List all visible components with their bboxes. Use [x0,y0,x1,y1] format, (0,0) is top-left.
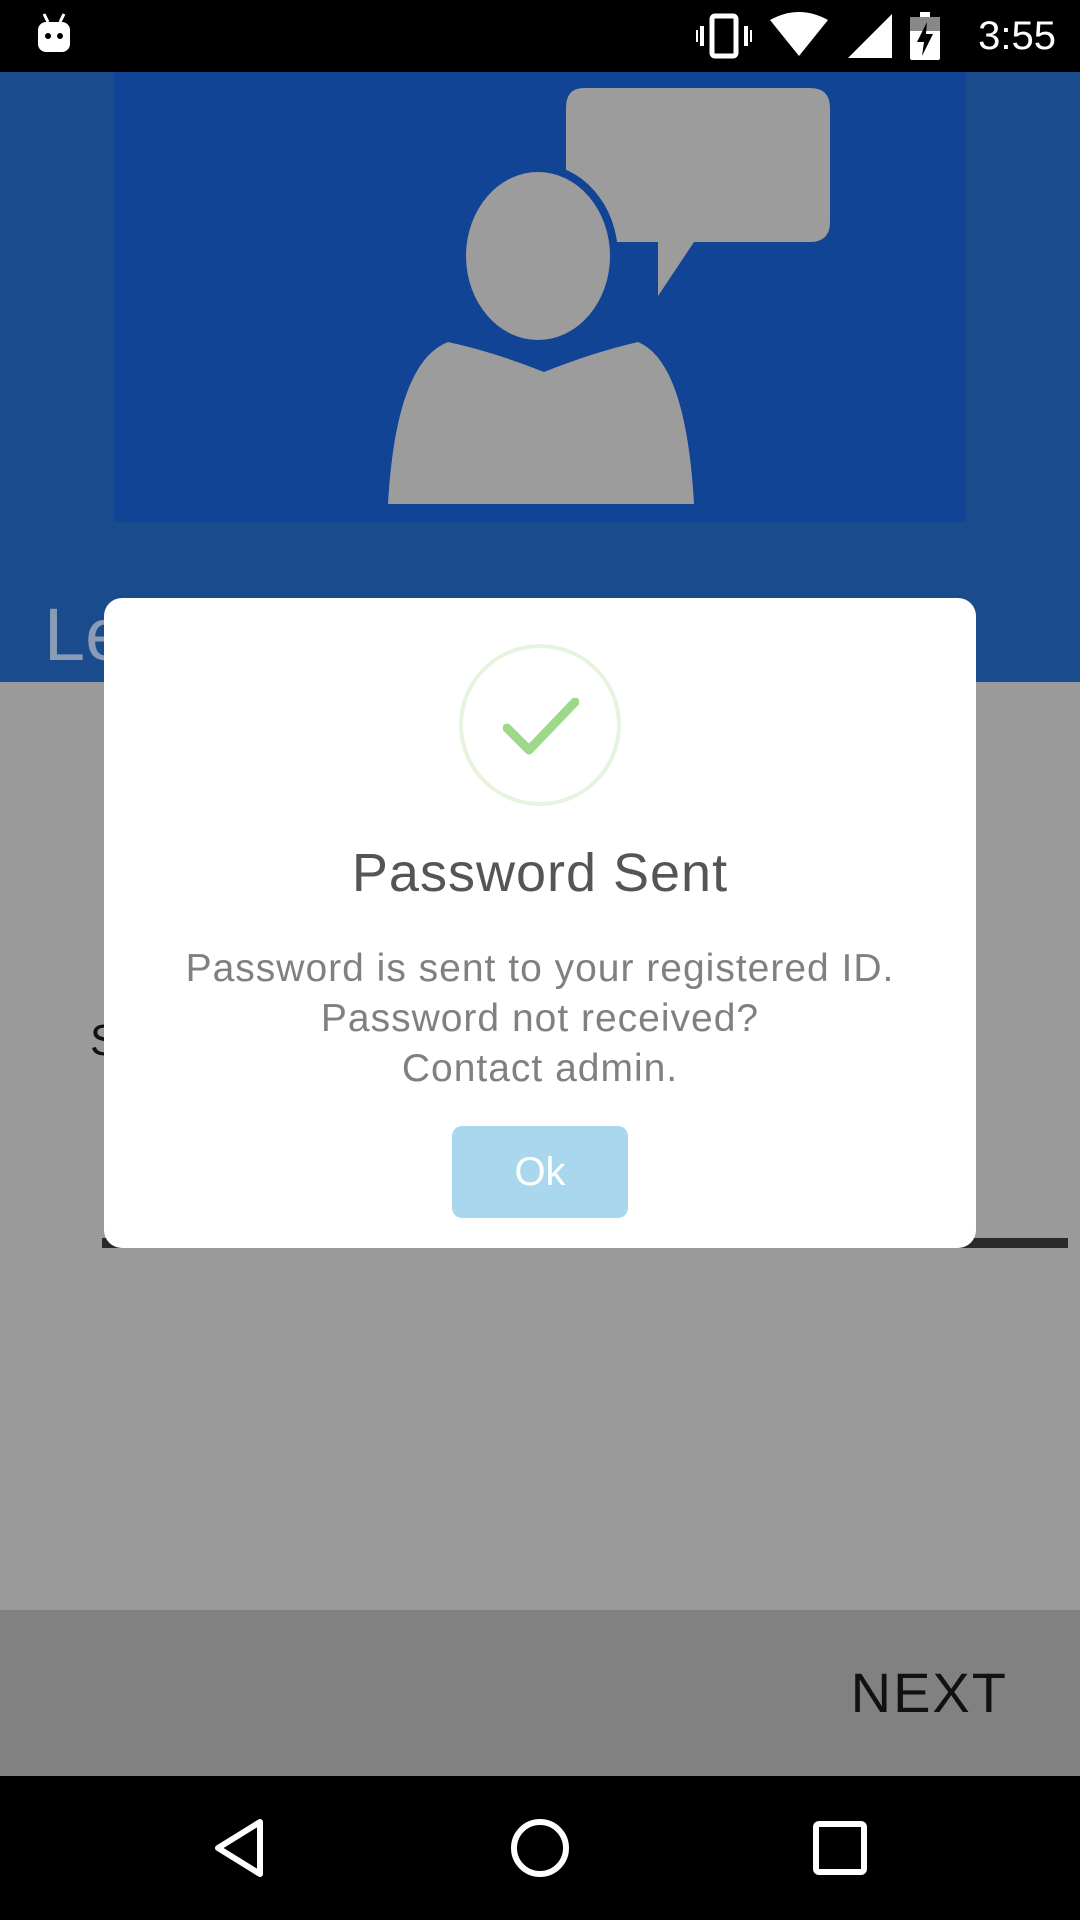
check-mark-icon [503,698,579,755]
android-icon [38,13,70,52]
recents-icon[interactable] [804,1812,876,1884]
success-check-icon [459,644,621,806]
dialog-title: Password Sent [351,843,729,903]
status-bar: 3:55 [0,0,1080,72]
battery-charging-icon [910,12,940,60]
home-icon[interactable] [504,1812,576,1884]
message-line: Password is sent to your registered ID. [185,947,895,990]
user-chat-icon [388,88,830,504]
ok-button[interactable]: Ok [452,1126,628,1218]
message-line: Contact admin. [401,1047,679,1090]
password-sent-dialog: Password Sent Password is sent to your r… [104,598,976,1248]
back-icon[interactable] [204,1812,276,1884]
hero-banner [114,72,966,522]
message-line: Password not received? [320,997,760,1040]
action-bar: NEXT [0,1610,1080,1776]
status-icons [696,12,940,60]
status-time: 3:55 [978,14,1056,58]
navigation-bar [0,1776,1080,1920]
next-button[interactable]: NEXT [851,1660,1008,1725]
screen: 3:55 Le S NEXT [0,0,1080,1920]
signal-icon [848,14,892,58]
vibrate-icon [696,13,752,59]
header: Le [0,72,1080,682]
dialog-message: Password is sent to your registered ID. … [124,944,956,1094]
wifi-icon [770,12,828,56]
